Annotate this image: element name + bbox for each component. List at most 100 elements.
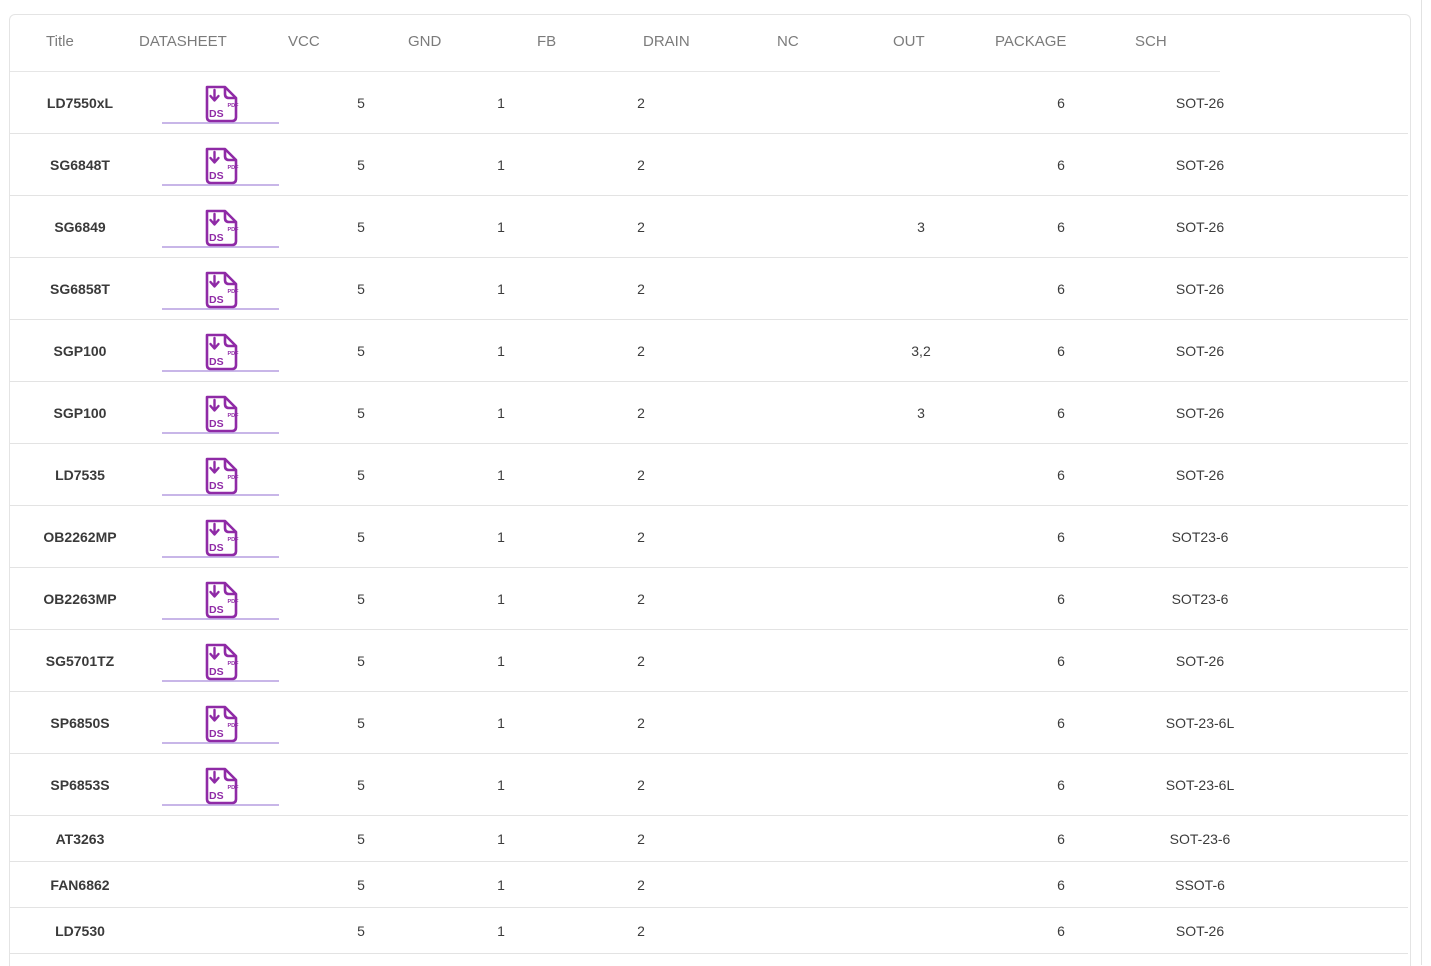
cell-vcc: 5 [357, 715, 365, 731]
header-package[interactable]: PACKAGE [995, 33, 1066, 50]
row-title: LD7535 [55, 467, 105, 483]
header-drain[interactable]: DRAIN [643, 33, 690, 50]
cell-vcc: 5 [357, 831, 365, 847]
svg-text:DS: DS [209, 232, 224, 244]
cell-fb: 2 [637, 653, 645, 669]
header-gnd[interactable]: GND [408, 33, 441, 50]
cell-gnd: 1 [497, 157, 505, 173]
cell-gnd: 1 [497, 529, 505, 545]
datasheet-link[interactable]: PDF DS [162, 393, 279, 434]
cell-fb: 2 [637, 877, 645, 893]
header-out[interactable]: OUT [893, 33, 925, 50]
datasheet-link[interactable]: PDF DS [162, 579, 279, 620]
cell-fb: 2 [637, 715, 645, 731]
cell-vcc: 5 [357, 467, 365, 483]
pdf-datasheet-icon: PDF DS [205, 395, 239, 433]
datasheet-link[interactable]: PDF DS [162, 83, 279, 124]
row-title: SG6858T [50, 281, 110, 297]
cell-vcc: 5 [357, 653, 365, 669]
cell-vcc: 5 [357, 95, 365, 111]
datasheet-link[interactable]: PDF DS [162, 331, 279, 372]
cell-gnd: 1 [497, 715, 505, 731]
cell-package: SOT-26 [1175, 281, 1225, 297]
datasheet-link[interactable]: PDF DS [162, 455, 279, 496]
datasheet-link[interactable]: PDF DS [162, 269, 279, 310]
svg-text:PDF: PDF [228, 227, 240, 233]
cell-out: 6 [1057, 281, 1065, 297]
row-title: OB2262MP [43, 529, 117, 545]
table-row: SG5701TZ PDF DS 5 1 2 6 SOT-26 [10, 630, 1408, 692]
row-title: SGP100 [53, 405, 107, 421]
header-fb[interactable]: FB [537, 33, 556, 50]
cell-package: SOT-26 [1175, 343, 1225, 359]
cell-out: 6 [1057, 877, 1065, 893]
datasheet-link[interactable]: PDF DS [162, 145, 279, 186]
svg-text:DS: DS [209, 666, 224, 678]
cell-gnd: 1 [497, 405, 505, 421]
pdf-datasheet-icon: PDF DS [205, 519, 239, 557]
cell-fb: 2 [637, 831, 645, 847]
cell-out: 6 [1057, 715, 1065, 731]
svg-text:DS: DS [209, 294, 224, 306]
cell-vcc: 5 [357, 281, 365, 297]
cell-package: SOT-26 [1175, 405, 1225, 421]
header-datasheet[interactable]: DATASHEET [139, 33, 227, 50]
cell-vcc: 5 [357, 591, 365, 607]
svg-text:PDF: PDF [228, 475, 240, 481]
cell-out: 6 [1057, 405, 1065, 421]
cell-gnd: 1 [497, 219, 505, 235]
cell-fb: 2 [637, 95, 645, 111]
cell-gnd: 1 [497, 653, 505, 669]
table-row: SG6848T PDF DS 5 1 2 6 SOT-26 [10, 134, 1408, 196]
table-row: SGP100 PDF DS 5 1 2 3 6 SOT-26 [10, 382, 1408, 444]
table-row: OB2263MP PDF DS 5 1 2 6 SOT23-6 [10, 568, 1408, 630]
svg-text:PDF: PDF [228, 661, 240, 667]
cell-package: SOT-26 [1175, 157, 1225, 173]
svg-text:DS: DS [209, 356, 224, 368]
cell-package: SOT-23-6L [1165, 715, 1235, 731]
pdf-datasheet-icon: PDF DS [205, 643, 240, 681]
cell-gnd: 1 [497, 95, 505, 111]
header-vcc[interactable]: VCC [288, 33, 320, 50]
table-row: SG6858T PDF DS 5 1 2 6 SOT-26 [10, 258, 1408, 320]
cell-nc: 3 [917, 219, 925, 235]
cell-out: 6 [1057, 831, 1065, 847]
table-row: FAN6862 5 1 2 6 SSOT-6 [10, 862, 1408, 908]
svg-text:PDF: PDF [228, 351, 240, 357]
datasheet-link[interactable]: PDF DS [162, 207, 279, 248]
datasheet-link[interactable]: PDF DS [162, 517, 279, 558]
svg-text:DS: DS [209, 418, 224, 430]
header-nc[interactable]: NC [777, 33, 799, 50]
cell-out: 6 [1057, 923, 1065, 939]
row-title: SG6848T [50, 157, 110, 173]
cell-package: SOT-26 [1175, 923, 1225, 939]
svg-text:PDF: PDF [228, 165, 240, 171]
cell-out: 6 [1057, 777, 1065, 793]
pdf-datasheet-icon: PDF DS [205, 581, 239, 619]
datasheet-link[interactable]: PDF DS [162, 765, 279, 806]
cell-fb: 2 [637, 529, 645, 545]
svg-text:PDF: PDF [228, 785, 240, 791]
datasheet-link[interactable]: PDF DS [162, 703, 279, 744]
cell-package: SOT-23-6L [1165, 777, 1235, 793]
row-title: FAN6862 [50, 877, 110, 893]
svg-text:PDF: PDF [228, 289, 240, 295]
cell-gnd: 1 [497, 923, 505, 939]
svg-text:DS: DS [209, 728, 224, 740]
row-title: LD7550xL [46, 95, 114, 111]
cell-package: SOT23-6 [1171, 529, 1229, 545]
datasheet-link[interactable]: PDF DS [162, 641, 279, 682]
cell-gnd: 1 [497, 831, 505, 847]
cell-out: 6 [1057, 343, 1065, 359]
scrollbar-track[interactable] [1421, 0, 1422, 965]
header-title[interactable]: Title [46, 33, 74, 50]
pdf-datasheet-icon: PDF DS [205, 209, 240, 247]
cell-fb: 2 [637, 281, 645, 297]
svg-text:PDF: PDF [228, 103, 240, 109]
row-title: SG5701TZ [45, 653, 115, 669]
cell-gnd: 1 [497, 343, 505, 359]
header-sch[interactable]: SCH [1135, 33, 1167, 50]
cell-vcc: 5 [357, 343, 365, 359]
table-row: SP6850S PDF DS 5 1 2 6 SOT-23-6L [10, 692, 1408, 754]
cell-gnd: 1 [497, 281, 505, 297]
